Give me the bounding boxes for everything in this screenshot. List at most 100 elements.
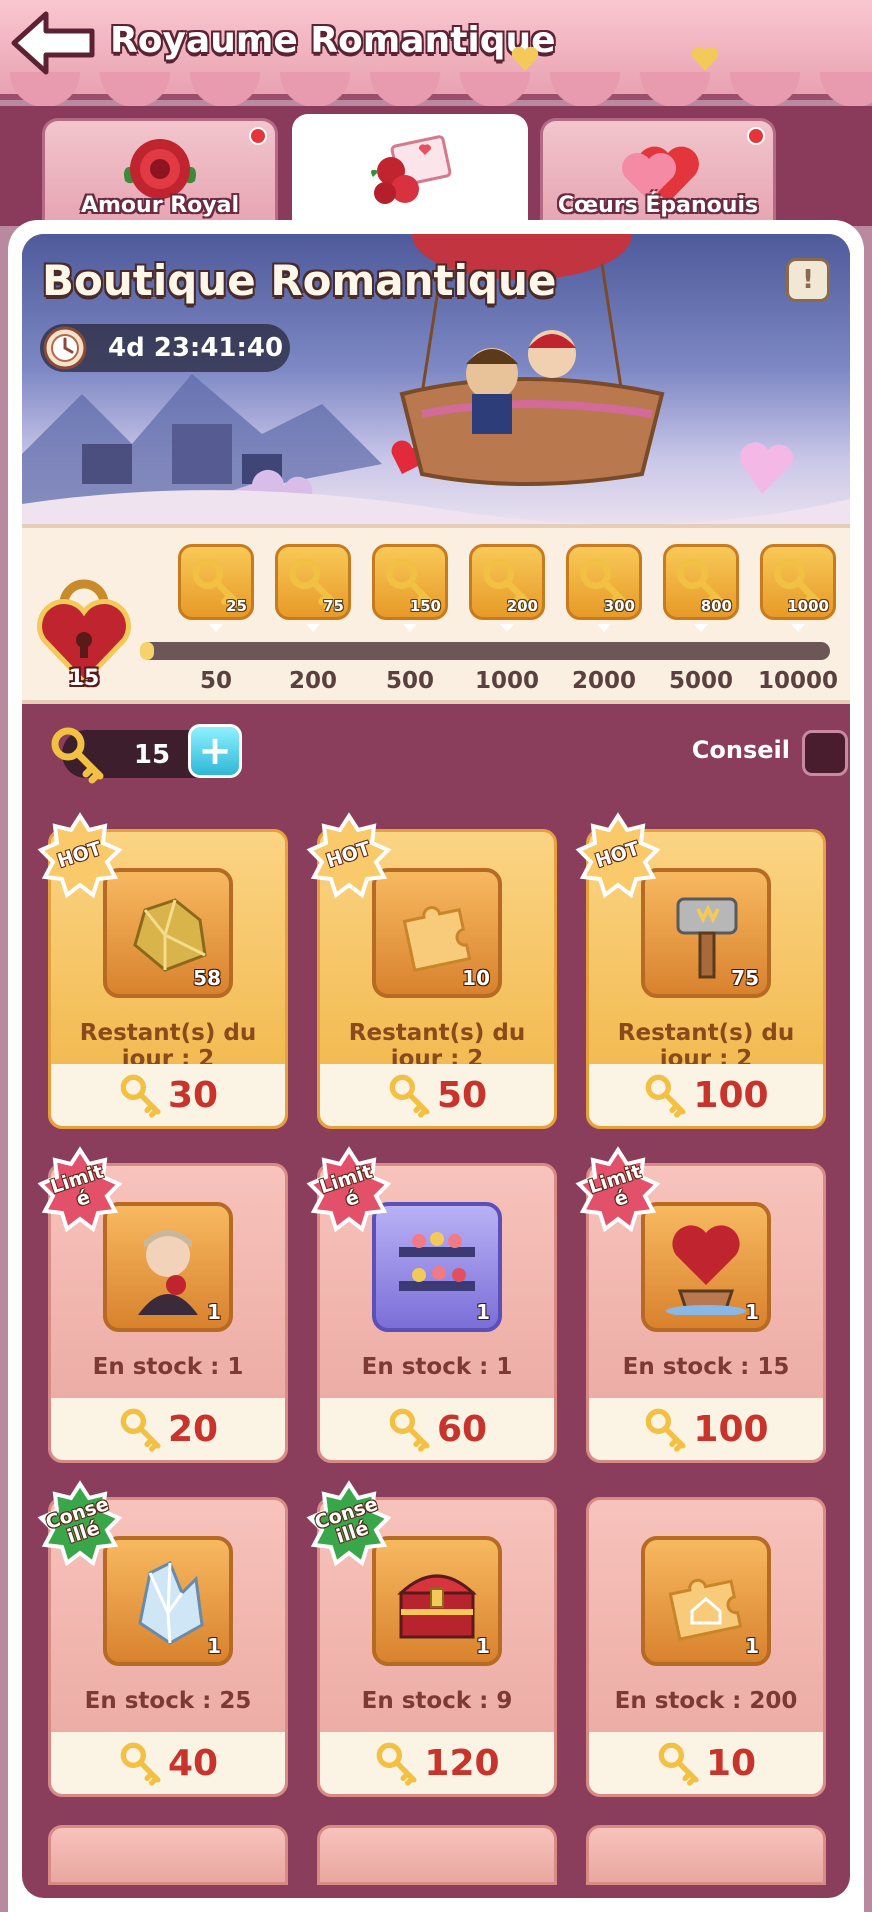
- tab-boutique[interactable]: [292, 114, 528, 232]
- milestone-box: 25: [178, 544, 254, 620]
- milestone-reward-amount: 1000: [787, 597, 829, 615]
- item-price: 10: [705, 1742, 757, 1784]
- milestone-reward[interactable]: 300: [566, 544, 642, 632]
- limited-badge: Limit é: [37, 1146, 123, 1232]
- progress-bar: [140, 642, 830, 660]
- item-quantity: 1: [207, 1634, 221, 1658]
- shop-banner: Boutique Romantique 4d 23:41:40 !: [22, 234, 850, 534]
- buy-button[interactable]: 20: [51, 1398, 285, 1460]
- current-points: 15: [68, 666, 100, 691]
- milestone-reward-amount: 75: [323, 597, 344, 615]
- milestone-pointer: [791, 624, 805, 632]
- page-title: Royaume Romantique: [110, 20, 556, 61]
- milestone-reward[interactable]: 75: [275, 544, 351, 632]
- item-quantity: 10: [462, 966, 490, 990]
- milestone-pointer: [403, 624, 417, 632]
- milestone-box: 300: [566, 544, 642, 620]
- key-progress-track: 15 25 50 75 200 150 500 200 1000 300 2000 800 5000 1…: [22, 524, 850, 704]
- item-price: 50: [436, 1074, 488, 1116]
- item-quantity: 1: [207, 1300, 221, 1324]
- heart-icon: [511, 46, 539, 71]
- tab-amour-royal[interactable]: Amour Royal: [42, 118, 278, 226]
- love-letter-icon: [371, 135, 452, 204]
- heart-icon: [691, 46, 719, 71]
- item-quantity: 1: [745, 1300, 759, 1324]
- milestone-box: 1000: [760, 544, 836, 620]
- banner-title: Boutique Romantique: [42, 256, 557, 305]
- gold-key-icon: [120, 1408, 161, 1452]
- milestone-reward[interactable]: 150: [372, 544, 448, 632]
- gold-key-icon: [120, 1742, 161, 1786]
- gold-key-icon: [377, 1742, 417, 1786]
- buy-button[interactable]: 100: [589, 1398, 823, 1460]
- milestone-reward[interactable]: 800: [663, 544, 739, 632]
- shop-item-card[interactable]: 1 En stock : 9 120 Conse illé: [306, 1480, 557, 1797]
- shop-item-card[interactable]: 58 Restant(s) du jour : 2 30 HOT: [37, 812, 288, 1129]
- milestone-threshold: 500: [385, 668, 434, 694]
- milestone-reward[interactable]: 1000: [760, 544, 836, 632]
- item-quantity: 1: [476, 1634, 490, 1658]
- clock-icon: [43, 326, 87, 370]
- shop-item-card[interactable]: 75 Restant(s) du jour : 2 100 HOT: [575, 812, 826, 1129]
- shop-item-card[interactable]: 1 En stock : 15 100 Limit é: [575, 1146, 826, 1463]
- item-card-partial[interactable]: [586, 1825, 826, 1885]
- add-keys-button[interactable]: +: [188, 724, 242, 778]
- info-button[interactable]: !: [786, 258, 830, 302]
- buy-button[interactable]: 30: [51, 1064, 285, 1126]
- advice-checkbox[interactable]: [802, 730, 848, 776]
- milestone-reward-amount: 800: [700, 597, 732, 615]
- milestone-threshold: 50: [199, 668, 232, 694]
- buy-button[interactable]: 50: [320, 1064, 554, 1126]
- item-stock-text: En stock : 25: [84, 1688, 252, 1714]
- tab-coeurs-epanouis[interactable]: Cœurs Épanouis: [540, 118, 776, 226]
- item-thumbnail: 1: [641, 1536, 771, 1666]
- item-stock-text: En stock : 9: [361, 1688, 513, 1714]
- item-price: 40: [167, 1742, 219, 1784]
- buy-button[interactable]: 100: [589, 1064, 823, 1126]
- milestone-threshold: 5000: [668, 668, 733, 694]
- gold-key-icon: [658, 1742, 699, 1786]
- item-price: 30: [167, 1074, 219, 1116]
- buy-button[interactable]: 120: [320, 1732, 554, 1794]
- milestone-box: 75: [275, 544, 351, 620]
- advised-badge: Conse illé: [37, 1480, 123, 1566]
- item-card-partial[interactable]: [48, 1825, 288, 1885]
- shop-item-card[interactable]: 1 En stock : 1 20 Limit é: [37, 1146, 288, 1463]
- item-price: 100: [693, 1408, 769, 1450]
- gold-key-icon: [646, 1408, 686, 1452]
- back-button[interactable]: [10, 10, 96, 76]
- item-quantity: 1: [476, 1300, 490, 1324]
- notification-dot: [249, 127, 267, 145]
- item-price: 100: [693, 1074, 769, 1116]
- shop-item-card[interactable]: 1 En stock : 25 40 Conse illé: [37, 1480, 288, 1797]
- item-price: 60: [436, 1408, 488, 1450]
- shop-item-card[interactable]: 1 En stock : 1 60 Limit é: [306, 1146, 557, 1463]
- milestone-pointer: [694, 624, 708, 632]
- buy-button[interactable]: 60: [320, 1398, 554, 1460]
- milestone-reward-amount: 150: [409, 597, 441, 615]
- milestone-threshold: 1000: [474, 668, 539, 694]
- milestone-reward[interactable]: 25: [178, 544, 254, 632]
- milestone-reward-amount: 200: [506, 597, 538, 615]
- milestone-box: 800: [663, 544, 739, 620]
- item-stock-text: En stock : 1: [361, 1354, 513, 1380]
- milestone-reward[interactable]: 200: [469, 544, 545, 632]
- milestone-box: 150: [372, 544, 448, 620]
- item-card-partial[interactable]: [317, 1825, 557, 1885]
- heart-balloon-icon: [666, 1225, 746, 1315]
- item-quantity: 58: [193, 966, 221, 990]
- notification-dot: [747, 127, 765, 145]
- buy-button[interactable]: 40: [51, 1732, 285, 1794]
- shop-item-card[interactable]: 1 En stock : 200 10: [586, 1497, 826, 1797]
- treasure-chest-icon: [397, 1574, 477, 1639]
- hot-badge: HOT: [575, 812, 661, 898]
- key-balance-bar: 15 + Conseil: [32, 724, 850, 784]
- gold-key-icon: [51, 727, 104, 784]
- shop-item-card[interactable]: 10 Restant(s) du jour : 2 50 HOT: [306, 812, 557, 1129]
- gold-key-icon: [120, 1074, 161, 1118]
- tab-label: Amour Royal: [80, 193, 240, 218]
- buy-button[interactable]: 10: [589, 1732, 823, 1794]
- tab-label: Cœurs Épanouis: [557, 193, 759, 218]
- back-arrow-icon: [11, 11, 95, 75]
- milestone-pointer: [209, 624, 223, 632]
